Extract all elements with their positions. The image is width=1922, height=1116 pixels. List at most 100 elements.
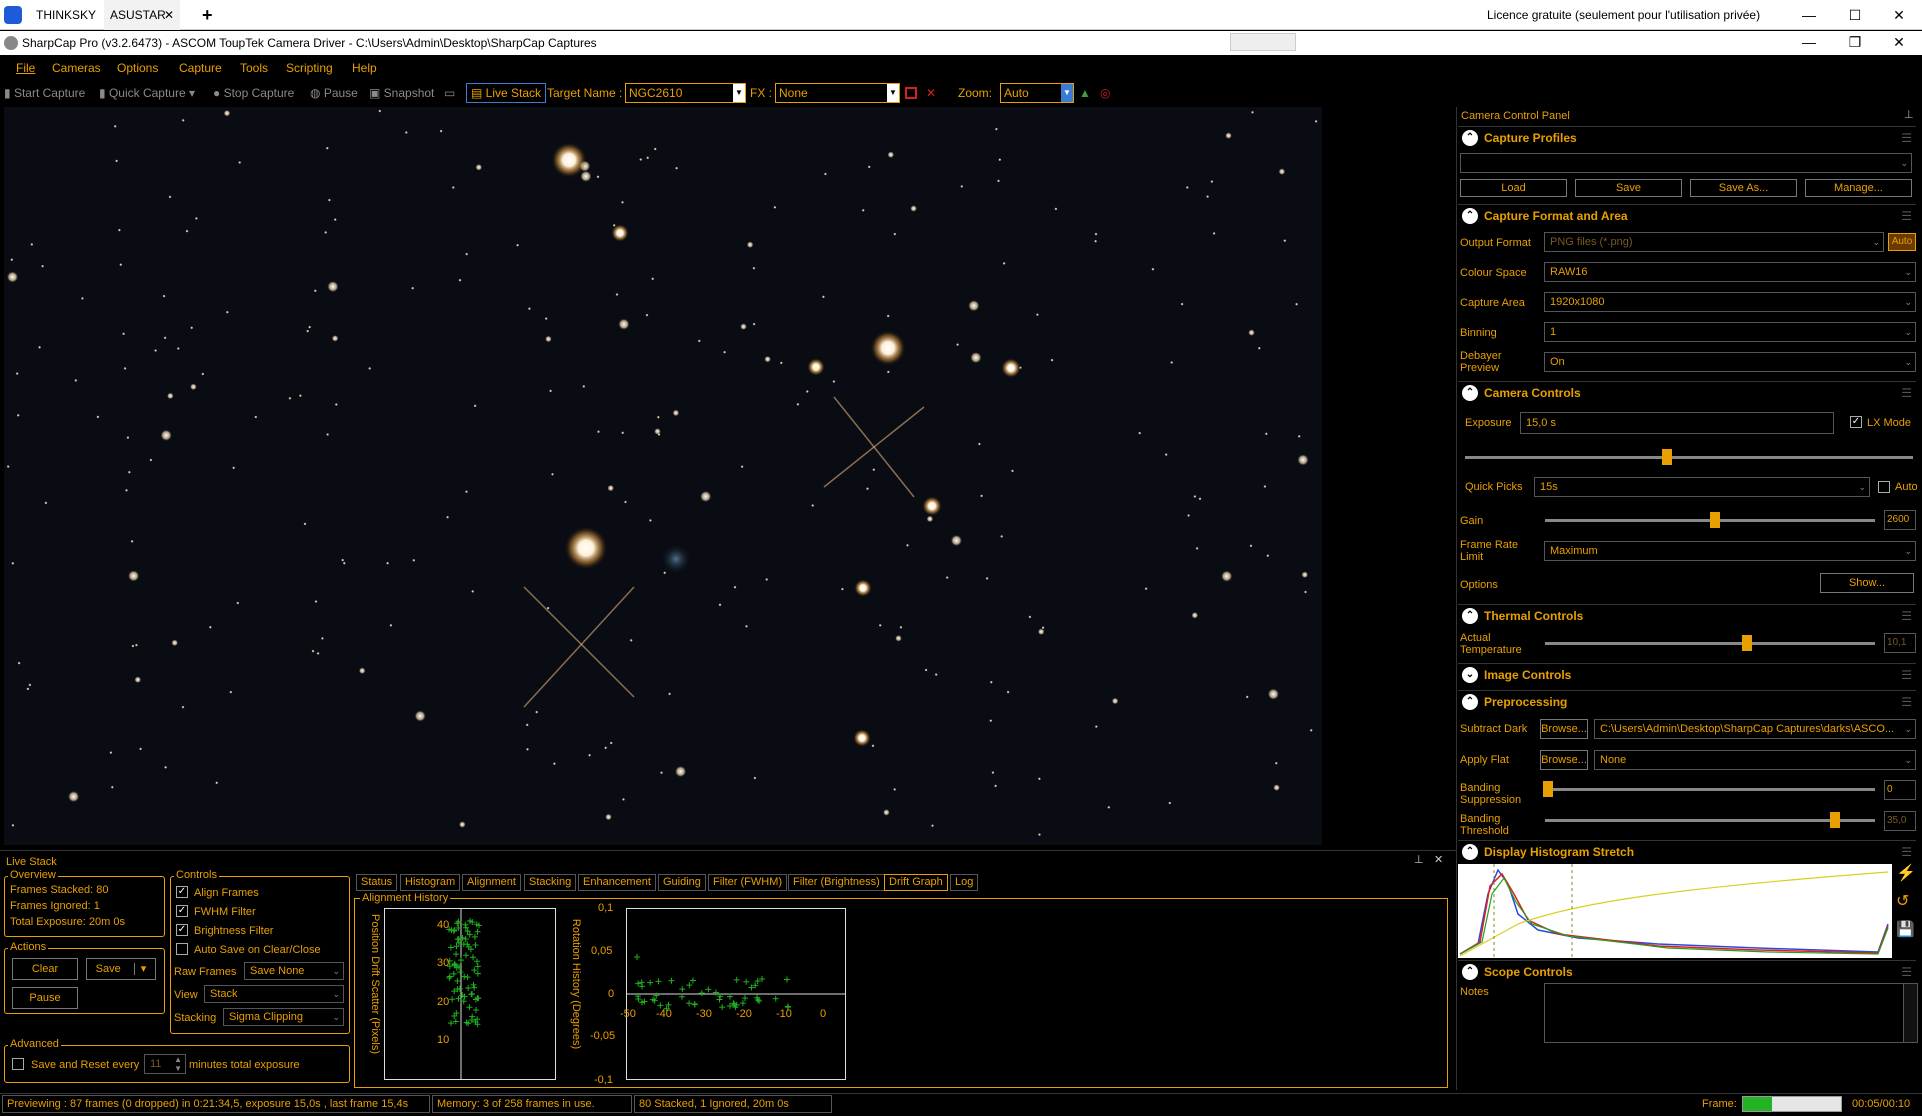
snapshot-button[interactable]: ▣ Snapshot [369, 86, 434, 100]
gain-slider-thumb[interactable] [1710, 512, 1720, 528]
section-menu-icon[interactable]: ☰ [1901, 841, 1912, 863]
section-camera-controls[interactable]: ⌃ Camera Controls ☰ [1458, 381, 1916, 403]
section-capture-profiles[interactable]: ⌃ Capture Profiles ☰ [1458, 126, 1916, 148]
subtract-dark-browse-button[interactable]: Browse... [1540, 719, 1588, 739]
banding-suppression-input[interactable]: 0 [1884, 780, 1916, 800]
add-tab-icon[interactable]: + [196, 0, 219, 30]
reticle-icon[interactable]: ◎ [1100, 86, 1110, 100]
chevron-down-icon[interactable]: ⌄ [1462, 667, 1478, 683]
pause-stack-button[interactable]: Pause [12, 987, 78, 1009]
save-reset-checkbox[interactable] [12, 1058, 24, 1070]
stepper-arrows-icon[interactable]: ▲ ▼ [174, 1055, 182, 1073]
histogram-icon[interactable]: ▲ [1079, 86, 1091, 100]
profile-manage-button[interactable]: Manage... [1805, 179, 1912, 197]
section-preprocessing[interactable]: ⌃ Preprocessing ☰ [1458, 690, 1916, 712]
pin-icon[interactable]: ⊥ [1414, 854, 1424, 866]
section-scope-controls[interactable]: ⌃ Scope Controls ☰ [1458, 960, 1916, 982]
tab-status[interactable]: Status [356, 874, 398, 891]
app-minimize-icon[interactable]: — [1786, 27, 1832, 57]
chevron-up-icon[interactable]: ⌃ [1462, 694, 1478, 710]
section-menu-icon[interactable]: ☰ [1901, 382, 1912, 404]
tab-histogram[interactable]: Histogram [400, 874, 461, 891]
profile-load-button[interactable]: Load [1460, 179, 1567, 197]
menu-help[interactable]: Help [352, 61, 377, 75]
view-select[interactable]: Stack ⌄ [204, 985, 344, 1003]
tab-enhancement[interactable]: Enhancement [578, 874, 656, 891]
frame-rate-select[interactable]: Maximum ⌄ [1544, 541, 1916, 561]
chevron-up-icon[interactable]: ⌃ [1462, 844, 1478, 860]
dark-file-select[interactable]: C:\Users\Admin\Desktop\SharpCap Captures… [1594, 719, 1916, 739]
app-close-icon[interactable]: ✕ [1876, 27, 1922, 57]
exposure-slider[interactable] [1465, 456, 1913, 459]
close-icon[interactable]: ✕ [164, 0, 174, 30]
histogram-stretch-graph[interactable] [1458, 864, 1892, 958]
exposure-slider-thumb[interactable] [1662, 449, 1672, 465]
section-histogram-stretch[interactable]: ⌃ Display Histogram Stretch ☰ [1458, 840, 1916, 862]
dropdown-arrow-icon[interactable]: ▼ [733, 84, 745, 102]
display-icon[interactable]: ▭ [444, 86, 455, 100]
selection-rect-icon[interactable] [905, 87, 917, 99]
tab-drift-graph[interactable]: Drift Graph [884, 874, 948, 891]
menu-tools[interactable]: Tools [240, 61, 268, 75]
stacking-select[interactable]: Sigma Clipping ⌄ [223, 1008, 344, 1026]
save-stack-button[interactable]: Save ▾ [86, 958, 156, 980]
tab-guiding[interactable]: Guiding [658, 874, 706, 891]
section-menu-icon[interactable]: ☰ [1901, 605, 1912, 627]
remote-tab-asustar[interactable]: ASUSTAR ✕ [104, 0, 180, 30]
section-menu-icon[interactable]: ☰ [1901, 961, 1912, 983]
colour-space-select[interactable]: RAW16 ⌄ [1544, 262, 1916, 282]
binning-select[interactable]: 1 ⌄ [1544, 322, 1916, 342]
minutes-stepper[interactable]: 11 ▲ ▼ [144, 1054, 186, 1074]
dropdown-arrow-icon[interactable]: ▼ [1061, 84, 1073, 102]
start-capture-button[interactable]: ▮ Start Capture [4, 86, 85, 100]
menu-file[interactable]: File [16, 61, 35, 75]
capture-area-select[interactable]: 1920x1080 ⌄ [1544, 292, 1916, 312]
section-menu-icon[interactable]: ☰ [1901, 691, 1912, 713]
fx-combo[interactable]: None ▼ [775, 83, 900, 103]
chevron-up-icon[interactable]: ⌃ [1462, 130, 1478, 146]
apply-flat-browse-button[interactable]: Browse... [1540, 750, 1588, 770]
live-stack-button[interactable]: ▤ Live Stack [466, 83, 547, 103]
tab-alignment[interactable]: Alignment [462, 874, 521, 891]
reset-stretch-icon[interactable]: ↺ [1896, 894, 1909, 910]
section-menu-icon[interactable]: ☰ [1901, 205, 1912, 227]
section-image-controls[interactable]: ⌄ Image Controls ☰ [1458, 663, 1916, 685]
profile-save-button[interactable]: Save [1575, 179, 1682, 197]
menu-scripting[interactable]: Scripting [286, 61, 333, 75]
clear-button[interactable]: Clear [12, 958, 78, 980]
banding-threshold-thumb[interactable] [1830, 812, 1840, 828]
tab-filter-brightness[interactable]: Filter (Brightness) [788, 874, 885, 891]
chevron-up-icon[interactable]: ⌃ [1462, 385, 1478, 401]
menu-cameras[interactable]: Cameras [52, 61, 101, 75]
profile-save-as-button[interactable]: Save As... [1690, 179, 1797, 197]
banding-suppression-thumb[interactable] [1543, 781, 1553, 797]
auto-stretch-icon[interactable]: ⚡ [1896, 866, 1916, 882]
save-stretch-icon[interactable]: 💾 [1896, 922, 1915, 937]
exposure-auto-checkbox[interactable] [1878, 481, 1890, 493]
target-name-combo[interactable]: NGC2610 ▼ [625, 83, 746, 103]
exposure-input[interactable]: 15,0 s [1520, 412, 1834, 434]
pause-button[interactable]: ◍ Pause [310, 86, 358, 100]
tab-filter-fwhm[interactable]: Filter (FWHM) [708, 874, 788, 891]
section-menu-icon[interactable]: ☰ [1901, 127, 1912, 149]
banding-threshold-input[interactable]: 35,0 [1884, 811, 1916, 831]
remote-controls-icon[interactable] [1230, 33, 1296, 51]
chevron-up-icon[interactable]: ⌃ [1462, 964, 1478, 980]
chevron-up-icon[interactable]: ⌃ [1462, 608, 1478, 624]
capture-profile-select[interactable]: ⌄ [1460, 153, 1912, 173]
zoom-combo[interactable]: Auto ▼ [1000, 83, 1074, 103]
banding-threshold-slider[interactable] [1545, 819, 1875, 822]
quick-picks-select[interactable]: 15s ⌄ [1534, 477, 1870, 497]
tab-stacking[interactable]: Stacking [524, 874, 577, 891]
remote-tab-thinksky[interactable]: THINKSKY [30, 0, 102, 30]
gain-input[interactable]: 2600 [1884, 510, 1916, 530]
minimize-icon[interactable]: — [1786, 0, 1832, 30]
raw-frames-select[interactable]: Save None ⌄ [244, 962, 344, 980]
section-capture-format[interactable]: ⌃ Capture Format and Area ☰ [1458, 204, 1916, 226]
image-preview[interactable] [4, 107, 1456, 845]
stop-capture-button[interactable]: ● Stop Capture [213, 86, 294, 100]
close-window-icon[interactable]: ✕ [1876, 0, 1922, 30]
clear-selection-icon[interactable]: ✕ [926, 86, 936, 100]
pin-icon[interactable]: ⊥ [1904, 109, 1914, 121]
lx-mode-checkbox[interactable]: ✓ [1850, 416, 1862, 428]
